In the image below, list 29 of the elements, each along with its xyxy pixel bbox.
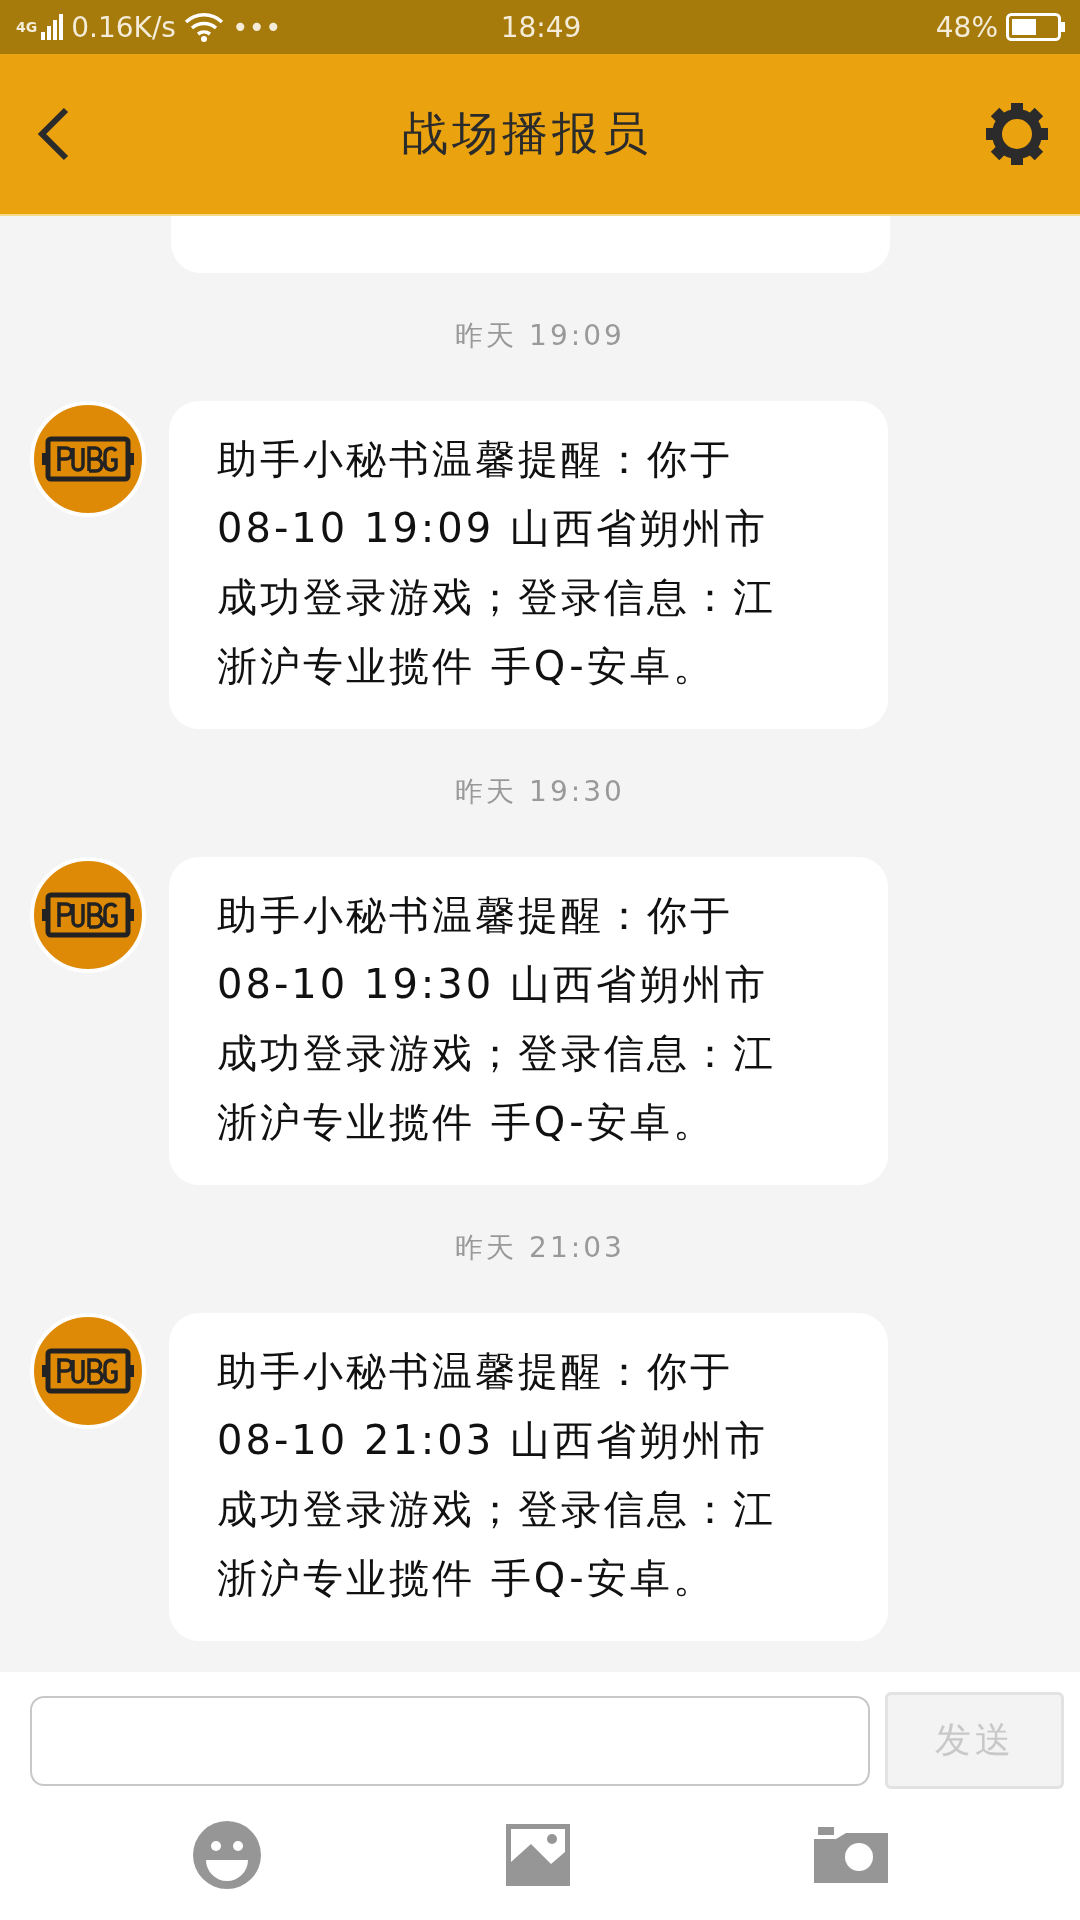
message-bubble: 助手小秘书温馨提醒：你于08-10 21:03 山西省朔州市成功登录游戏；登录信息：江浙沪专业揽件 手Q-安卓。 [169, 1313, 888, 1641]
emoji-button[interactable] [192, 1819, 262, 1890]
settings-icon [984, 101, 1050, 167]
avatar-icon [30, 857, 146, 973]
camera-icon [814, 1826, 888, 1883]
message-bubble: 助手小秘书温馨提醒：你于08-10 19:30 山西省朔州市成功登录游戏；登录信息：江浙沪专业揽件 手Q-安卓。 [169, 857, 888, 1185]
battery-icon [1006, 13, 1066, 41]
screen-title: 战场播报员 [402, 105, 652, 162]
message-time: 昨天 21:03 [455, 1230, 625, 1266]
network-label: 4G [16, 18, 38, 35]
wifi-icon [183, 12, 224, 42]
camera-button[interactable] [814, 1826, 888, 1883]
signal-icon [41, 14, 64, 40]
message-time: 昨天 19:09 [455, 318, 625, 354]
avatar-icon [30, 1313, 146, 1429]
clock: 18:49 [500, 10, 582, 44]
more-indicator: ••• [231, 10, 282, 44]
network-speed: 0.16K/s [71, 10, 176, 44]
message-time: 昨天 19:30 [455, 774, 625, 810]
message-bubble: 助手小秘书温馨提醒：你于08-10 19:09 山西省朔州市成功登录游戏；登录信息：江浙沪专业揽件 手Q-安卓。 [169, 401, 888, 729]
back-button[interactable] [36, 106, 70, 162]
battery-percent: 48% [935, 10, 998, 44]
image-button[interactable] [506, 1823, 570, 1886]
avatar-icon [30, 401, 146, 517]
settings-button[interactable] [984, 101, 1050, 167]
back-icon [36, 106, 70, 162]
message-input[interactable] [30, 1695, 870, 1786]
smiley-icon [192, 1819, 262, 1890]
image-icon [506, 1823, 570, 1886]
